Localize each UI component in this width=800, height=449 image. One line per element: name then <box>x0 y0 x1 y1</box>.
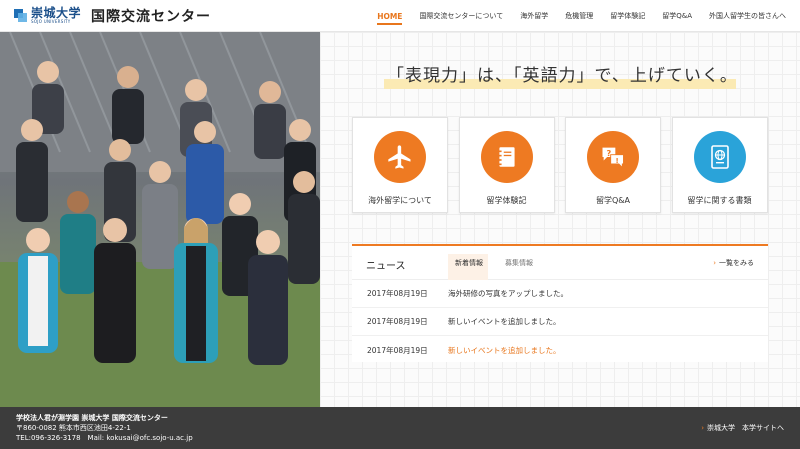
menu-cards: 海外留学について 留学体験記 ?! 留学Q&A 留学に関する書類 <box>352 117 768 213</box>
chevron-right-icon: › <box>713 259 716 267</box>
chevron-right-icon: › <box>701 424 704 432</box>
nav-item-international-students[interactable]: 外国人留学生の皆さんへ <box>709 0 786 32</box>
passport-icon <box>693 131 746 183</box>
news-item[interactable]: 2017年08月19日 新しいイベントを追加しました。 <box>352 308 768 336</box>
card-label: 留学体験記 <box>486 196 527 205</box>
card-faq[interactable]: ?! 留学Q&A <box>565 117 661 213</box>
card-label: 留学Q&A <box>595 196 630 205</box>
news-text[interactable]: 新しいイベントを追加しました。 <box>448 345 561 356</box>
news-panel: ニュース 新着情報 募集情報 › 一覧をみる 2017年08月19日 海外研修の写… <box>352 244 768 362</box>
logo-subtext: SOJO UNIVERSITY <box>31 19 71 24</box>
hero-group-photo <box>0 32 320 407</box>
speech-bubbles-icon: ?! <box>587 131 639 183</box>
news-item[interactable]: 2017年08月19日 新しいイベントを追加しました。 <box>352 336 768 364</box>
nav-item-home[interactable]: HOME <box>377 0 403 32</box>
footer-contact: TEL:096-326-3178 Mail: kokusai@ofc.sojo-… <box>16 434 193 442</box>
nav-item-risk-management[interactable]: 危機管理 <box>565 0 593 32</box>
card-label: 留学に関する書類 <box>687 196 752 205</box>
footer-org-name: 学校法人君が淵学園 崇城大学 国際交流センター <box>16 414 168 422</box>
news-date: 2017年08月19日 <box>367 345 428 355</box>
university-site-link[interactable]: › 崇城大学 本学サイトへ <box>701 423 784 433</box>
card-study-abroad[interactable]: 海外留学について <box>352 117 448 213</box>
footer-contact-info: 学校法人君が淵学園 崇城大学 国際交流センター 〒860-0082 熊本市西区池… <box>16 413 193 443</box>
logo-mark-icon <box>14 8 28 23</box>
site-footer: 学校法人君が淵学園 崇城大学 国際交流センター 〒860-0082 熊本市西区池… <box>0 407 800 449</box>
news-date: 2017年08月19日 <box>367 317 428 326</box>
footer-address: 〒860-0082 熊本市西区池田4-22-1 <box>16 424 131 432</box>
news-text[interactable]: 海外研修の写真をアップしました。 <box>448 288 568 299</box>
nav-item-about[interactable]: 国際交流センターについて <box>419 0 503 32</box>
tab-new-info[interactable]: 新着情報 <box>455 258 483 268</box>
university-logo[interactable]: 崇城大学 SOJO UNIVERSITY <box>14 7 91 24</box>
news-date: 2017年08月19日 <box>367 289 428 298</box>
main-nav: HOME 国際交流センターについて 海外留学 危機管理 留学体験記 留学Q&A … <box>360 0 786 32</box>
notebook-icon <box>480 131 533 183</box>
news-item[interactable]: 2017年08月19日 海外研修の写真をアップしました。 <box>352 280 768 308</box>
logo-text: 崇城大学 <box>31 6 82 20</box>
catchcopy: 「表現力」は、「英語力」で、上げていく。 <box>387 66 738 86</box>
news-header: ニュース 新着情報 募集情報 › 一覧をみる <box>352 246 768 280</box>
news-text[interactable]: 新しいイベントを追加しました。 <box>448 316 561 327</box>
airplane-icon <box>374 131 426 183</box>
svg-text:!: ! <box>615 157 618 165</box>
site-header: 崇城大学 SOJO UNIVERSITY 国際交流センター HOME 国際交流セ… <box>0 0 800 32</box>
card-label: 海外留学について <box>368 196 432 205</box>
news-more-link[interactable]: › 一覧をみる <box>713 258 754 268</box>
news-title: ニュース <box>366 261 406 272</box>
site-title[interactable]: 国際交流センター <box>91 6 211 26</box>
nav-item-study-abroad[interactable]: 海外留学 <box>520 0 548 32</box>
nav-item-experiences[interactable]: 留学体験記 <box>610 0 645 32</box>
nav-item-faq[interactable]: 留学Q&A <box>662 0 692 32</box>
card-documents[interactable]: 留学に関する書類 <box>671 117 768 213</box>
tab-recruitment[interactable]: 募集情報 <box>505 258 533 268</box>
card-experiences[interactable]: 留学体験記 <box>458 117 555 213</box>
